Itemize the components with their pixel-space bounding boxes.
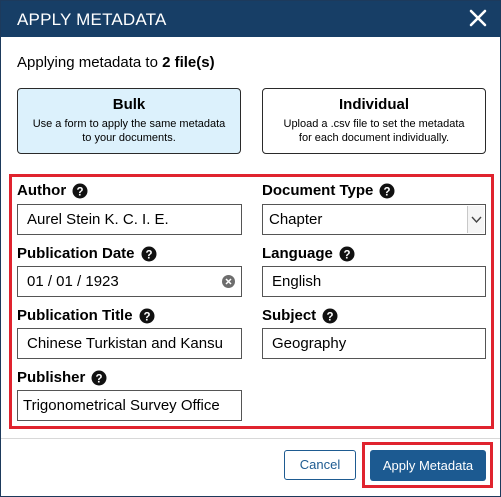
publication-date-label-text: Publication Date	[17, 245, 135, 262]
language-label: Language ?	[262, 245, 355, 262]
document-type-label-text: Document Type	[262, 182, 374, 199]
bulk-mode-description: Use a form to apply the same metadata to…	[32, 118, 226, 144]
svg-text:?: ?	[145, 249, 152, 261]
bulk-mode-card[interactable]: Bulk Use a form to apply the same metada…	[17, 88, 241, 154]
subject-input[interactable]: Geography	[262, 328, 486, 359]
svg-text:?: ?	[143, 311, 150, 323]
svg-text:?: ?	[343, 249, 350, 261]
bulk-mode-title: Bulk	[112, 96, 146, 113]
file-count: 2 file(s)	[162, 54, 215, 71]
chevron-down-icon	[471, 216, 482, 224]
individual-mode-description: Upload a .csv file to set the metadata f…	[283, 118, 465, 144]
help-icon[interactable]: ?	[379, 183, 395, 199]
subject-label-text: Subject	[262, 307, 317, 324]
dropdown-button[interactable]	[467, 206, 484, 233]
apply-metadata-dialog: APPLY METADATA Applying metadata to 2 fi…	[0, 0, 501, 497]
publisher-input[interactable]: Trigonometrical Survey Office	[17, 390, 242, 421]
svg-text:?: ?	[96, 373, 103, 385]
document-type-value: Chapter	[269, 211, 323, 228]
svg-text:?: ?	[77, 186, 84, 198]
publication-date-label: Publication Date ?	[17, 245, 157, 262]
close-icon[interactable]	[466, 5, 490, 31]
language-label-text: Language	[262, 245, 333, 262]
footer-divider	[1, 438, 500, 439]
publication-date-input[interactable]: 01 / 01 / 1923	[17, 266, 242, 297]
publisher-label-text: Publisher	[17, 369, 86, 386]
individual-mode-title: Individual	[338, 96, 409, 113]
help-icon[interactable]: ?	[141, 246, 157, 262]
cancel-button[interactable]: Cancel	[284, 450, 356, 480]
subject-label: Subject ?	[262, 307, 338, 324]
language-input[interactable]: English	[262, 266, 486, 297]
dialog-title: APPLY METADATA	[17, 10, 167, 29]
help-icon[interactable]: ?	[72, 183, 88, 199]
publication-date-value: 01 / 01 / 1923	[27, 273, 119, 290]
help-icon[interactable]: ?	[322, 308, 338, 324]
author-label: Author ?	[17, 182, 88, 199]
intro-text: Applying metadata to 2 file(s)	[17, 54, 215, 71]
individual-mode-card[interactable]: Individual Upload a .csv file to set the…	[262, 88, 486, 154]
document-type-label: Document Type ?	[262, 182, 395, 199]
help-icon[interactable]: ?	[91, 370, 107, 386]
help-icon[interactable]: ?	[339, 246, 355, 262]
clear-icon[interactable]	[222, 275, 235, 288]
help-icon[interactable]: ?	[139, 308, 155, 324]
document-type-select[interactable]: Chapter	[262, 204, 486, 235]
publication-title-label: Publication Title ?	[17, 307, 155, 324]
apply-metadata-button[interactable]: Apply Metadata	[370, 450, 486, 481]
svg-text:?: ?	[327, 311, 334, 323]
svg-text:?: ?	[384, 186, 391, 198]
author-input[interactable]: Aurel Stein K. C. I. E.	[17, 204, 242, 235]
dialog-titlebar: APPLY METADATA	[1, 1, 500, 37]
publisher-label: Publisher ?	[17, 369, 107, 386]
author-label-text: Author	[17, 182, 67, 199]
publication-title-label-text: Publication Title	[17, 307, 133, 324]
publication-title-input[interactable]: Chinese Turkistan and Kansu	[17, 328, 242, 359]
intro-prefix: Applying metadata to	[17, 54, 163, 71]
